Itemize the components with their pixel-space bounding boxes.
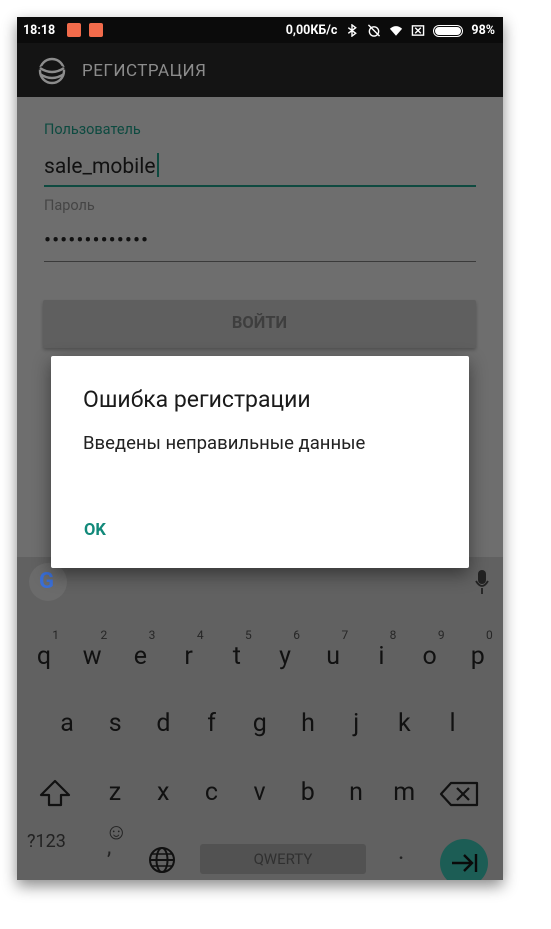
period-key[interactable]: . [398,837,404,865]
google-g-icon: G [39,569,54,594]
text-caret [156,153,159,177]
key-a[interactable]: a [43,694,91,754]
key-label: q [36,642,52,671]
user-label: Пользователь [44,121,141,138]
key-l[interactable]: l [429,694,477,754]
key-label: o [422,642,437,671]
microphone-icon[interactable] [475,569,489,595]
key-label: w [82,642,102,671]
key-t[interactable]: t5 [213,627,261,687]
key-s[interactable]: s [91,694,139,754]
key-hint: 4 [196,628,204,642]
sim-off-icon [412,25,425,36]
key-q[interactable]: q1 [20,627,68,687]
login-button[interactable]: ВОЙТИ [43,300,476,348]
bluetooth-icon [348,24,358,37]
key-hint: 3 [148,628,156,642]
password-input-value: ••••••••••••• [44,229,150,253]
symbols-key[interactable]: ?123 [27,831,66,852]
user-input[interactable]: sale_mobile [44,153,476,187]
key-b[interactable]: b [284,763,332,823]
password-label: Пароль [44,197,95,214]
key-hint: 6 [293,628,300,642]
key-n[interactable]: n [332,763,380,823]
key-d[interactable]: d [139,694,187,754]
key-label: i [378,642,385,671]
dialog-message: Введены неправильные данные [83,432,366,454]
key-label: y [279,642,291,671]
key-f[interactable]: f [188,694,236,754]
key-hint: 8 [389,628,397,642]
keyboard-row-1: q1w2e3r4t5y6u7i8o9p0 [17,627,503,687]
key-e[interactable]: e3 [116,627,164,687]
key-u[interactable]: u7 [309,627,357,687]
key-hint: 7 [341,628,349,642]
app-bar: РЕГИСТРАЦИЯ [17,43,503,97]
key-g[interactable]: g [236,694,284,754]
keyboard: G q1w2e3r4t5y6u7i8o9p0 asdfghjkl zxcvbnm… [17,557,503,880]
key-z[interactable]: z [91,763,139,823]
key-c[interactable]: c [187,763,235,823]
enter-arrow-icon [452,854,478,872]
ok-button[interactable]: OK [84,518,136,544]
key-label: u [326,642,341,671]
key-label: e [133,642,148,671]
status-time: 18:18 [23,23,56,38]
shift-key-icon[interactable] [31,763,79,823]
language-globe-icon[interactable] [147,845,177,875]
battery-icon [433,24,464,37]
backspace-key-icon[interactable] [437,763,485,823]
password-input[interactable]: ••••••••••••• [44,229,476,262]
key-hint: 1 [52,628,59,642]
key-i[interactable]: i8 [357,627,405,687]
key-k[interactable]: k [380,694,428,754]
key-v[interactable]: v [236,763,284,823]
key-x[interactable]: x [139,763,187,823]
alarm-off-icon [368,24,381,37]
key-label: r [184,642,193,671]
comma-label: , [107,835,112,860]
enter-key[interactable] [440,839,488,880]
key-o[interactable]: o9 [406,627,454,687]
keyboard-row-3: zxcvbnm [17,763,503,823]
key-y[interactable]: y6 [261,627,309,687]
key-w[interactable]: w2 [68,627,116,687]
key-hint: 5 [245,628,252,642]
keyboard-row-2: asdfghjkl [17,694,503,754]
key-hint: 0 [486,628,493,642]
key-label: p [470,642,485,671]
key-p[interactable]: p0 [454,627,502,687]
notification-app-icon [67,23,81,37]
emoji-comma-key[interactable]: ☺, [105,819,127,870]
key-r[interactable]: r4 [165,627,213,687]
status-bar: 18:18 0,00КБ/с 98% [17,17,503,43]
notification-app-icon [89,23,103,37]
key-h[interactable]: h [284,694,332,754]
key-j[interactable]: j [332,694,380,754]
error-dialog: Ошибка регистрации Введены неправильные … [51,356,469,568]
key-hint: 9 [437,628,445,642]
dialog-title: Ошибка регистрации [83,386,311,413]
key-hint: 2 [100,628,108,642]
google-search-button[interactable]: G [29,563,67,601]
battery-percent: 98% [471,23,495,38]
battery-fill [435,26,461,35]
page-title: РЕГИСТРАЦИЯ [82,61,207,81]
key-label: t [232,642,241,671]
wifi-icon [390,26,403,36]
key-m[interactable]: m [380,763,428,823]
space-key[interactable]: QWERTY [200,844,366,874]
network-speed: 0,00КБ/с [285,23,338,38]
globe-logo-icon [38,57,66,85]
user-input-value: sale_mobile [44,155,156,179]
